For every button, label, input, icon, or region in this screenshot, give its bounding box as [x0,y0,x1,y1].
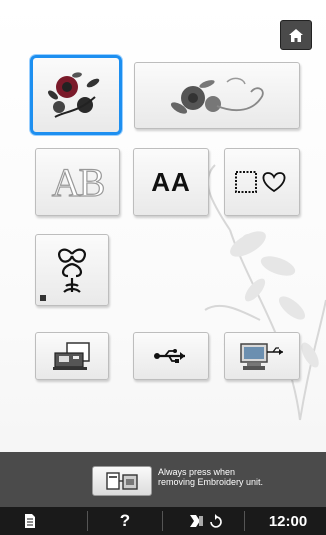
document-button[interactable] [0,507,60,535]
clock-time: 12:00 [268,512,308,530]
status-separator [162,511,163,531]
frame-pattern-button[interactable] [224,148,300,216]
alphabet-font-button[interactable]: AB [35,148,120,216]
decorative-pattern-button[interactable] [35,234,109,306]
border-pattern-button[interactable] [134,62,300,129]
status-separator [87,511,88,531]
character-font-button[interactable]: AA [133,148,209,216]
floral-embroidery-design-icon [48,72,100,118]
note-line-1: Always press when [158,467,236,477]
home-icon [289,28,303,42]
home-button[interactable] [280,20,312,50]
embroidery-pattern-button[interactable] [30,55,122,135]
computer-usb-icon [240,343,283,370]
indicator-square [40,295,46,301]
decorative-ornament-icon [58,248,86,293]
document-icon [25,514,35,528]
help-label: ? [119,511,131,530]
help-button[interactable]: ? [100,507,150,535]
thread-change-icon [190,514,222,528]
memory-card-machine-icon [53,342,90,370]
frame-heart-icon [235,171,286,193]
settings-button[interactable] [172,507,242,535]
embroidery-unit-note: Always press when removing Embroidery un… [158,467,323,487]
character-letters: AA [151,166,191,197]
embroidery-screen: AB AA Always press when removing Embroid… [0,0,326,535]
floral-border-design-icon [170,77,264,114]
alphabet-letters: AB [51,159,106,205]
machine-memory-button[interactable] [35,332,109,380]
bottom-bar: Always press when removing Embroidery un… [0,452,326,507]
embroidery-unit-release-icon [106,472,138,490]
computer-transfer-button[interactable] [224,332,300,380]
status-bar: ? 12:00 [0,507,326,535]
usb-icon [154,349,185,363]
embroidery-unit-release-button[interactable] [92,466,152,496]
status-separator [244,511,245,531]
usb-media-button[interactable] [133,332,209,380]
clock: 12:00 [250,507,326,535]
note-line-2: removing Embroidery unit. [158,477,264,487]
